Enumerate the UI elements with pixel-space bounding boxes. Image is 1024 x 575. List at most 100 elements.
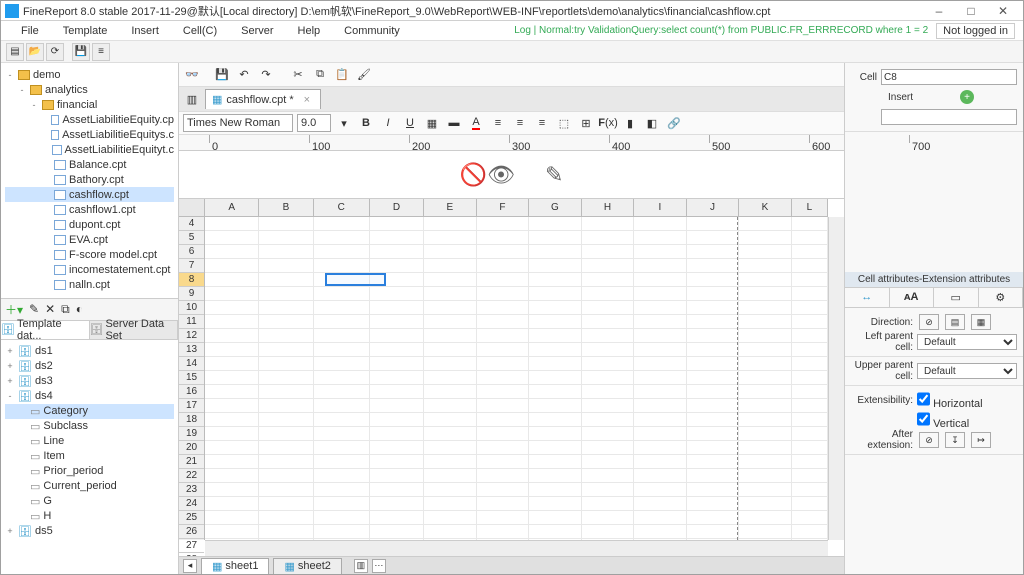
hyperlink-button[interactable]: 🔗 (665, 114, 683, 132)
grid-cell[interactable] (314, 413, 370, 427)
after-down-button[interactable]: ↧ (945, 432, 965, 448)
row-header[interactable]: 14 (179, 357, 204, 371)
grid-cell[interactable] (792, 399, 828, 413)
file-tree-item[interactable]: AssetLiabilitieEquitys.c (5, 127, 174, 142)
new-button[interactable]: ▤ (6, 43, 24, 61)
chart-button[interactable]: ▮ (621, 114, 639, 132)
row-headers[interactable]: 4567891011121314151617181920212223242526… (179, 217, 205, 540)
grid-cell[interactable] (424, 217, 477, 231)
grid-cell[interactable] (259, 259, 313, 273)
grid-cell[interactable] (582, 525, 635, 539)
grid-cell[interactable] (314, 315, 370, 329)
tab-server-data[interactable]: 🗄Server Data Set (90, 321, 179, 339)
grid-cell[interactable] (739, 483, 792, 497)
grid-cell[interactable] (529, 287, 582, 301)
grid-cell[interactable] (370, 497, 424, 511)
grid-cell[interactable] (687, 259, 740, 273)
align-right-button[interactable]: ≡ (533, 114, 551, 132)
file-tree-item[interactable]: AssetLiabilitieEquityt.c (5, 142, 174, 157)
grid-cell[interactable] (739, 329, 792, 343)
row-header[interactable]: 18 (179, 413, 204, 427)
grid-cell[interactable] (205, 371, 259, 385)
grid-cell[interactable] (424, 357, 477, 371)
grid-cell[interactable] (259, 231, 313, 245)
dataset-tree-item[interactable]: ▭Item (5, 449, 174, 464)
grid-cell[interactable] (205, 273, 259, 287)
grid-cell[interactable] (582, 427, 635, 441)
grid-cell[interactable] (205, 287, 259, 301)
grid-cell[interactable] (582, 231, 635, 245)
file-tree-item[interactable]: cashflow.cpt (5, 187, 174, 202)
grid-cell[interactable] (582, 441, 635, 455)
column-header[interactable]: K (739, 199, 792, 216)
hide-icon[interactable]: 🚫👁 (460, 162, 515, 188)
grid-cell[interactable] (477, 469, 530, 483)
grid-cell[interactable] (370, 371, 424, 385)
grid-cell[interactable] (739, 259, 792, 273)
sheet-prev-button[interactable]: ◂ (183, 559, 197, 573)
grid-cell[interactable] (582, 469, 635, 483)
file-tree-item[interactable]: -financial (5, 97, 174, 112)
grid-cell[interactable] (634, 511, 687, 525)
grid-cell[interactable] (205, 399, 259, 413)
grid-cell[interactable] (582, 287, 635, 301)
preview-icon[interactable]: 👓 (183, 66, 201, 84)
cut-icon[interactable]: ✂ (289, 66, 307, 84)
grid-cell[interactable] (370, 273, 424, 287)
size-stepper-icon[interactable]: ▾ (335, 114, 353, 132)
grid-cell[interactable] (739, 469, 792, 483)
grid-cell[interactable] (314, 231, 370, 245)
menu-community[interactable]: Community (332, 25, 412, 37)
grid-cell[interactable] (792, 413, 828, 427)
save-button[interactable]: 💾 (72, 43, 90, 61)
grid-cell[interactable] (792, 301, 828, 315)
row-header[interactable]: 20 (179, 441, 204, 455)
add-sheet-button[interactable]: ▥ (354, 559, 368, 573)
column-headers[interactable]: ABCDEFGHIJKL (205, 199, 828, 217)
grid-cell[interactable] (477, 413, 530, 427)
menu-server[interactable]: Server (229, 25, 285, 37)
grid-cell[interactable] (314, 385, 370, 399)
grid-cell[interactable] (314, 273, 370, 287)
grid-cell[interactable] (529, 455, 582, 469)
dataset-tree-item[interactable]: ▭Category (5, 404, 174, 419)
grid-cell[interactable] (529, 301, 582, 315)
grid-cell[interactable] (687, 231, 740, 245)
grid-cell[interactable] (314, 511, 370, 525)
grid-cell[interactable] (687, 301, 740, 315)
grid-cell[interactable] (687, 427, 740, 441)
grid-cell[interactable] (634, 245, 687, 259)
grid-cell[interactable] (792, 497, 828, 511)
menu-insert[interactable]: Insert (119, 25, 171, 37)
refresh-button[interactable]: ⟳ (46, 43, 64, 61)
grid-cell[interactable] (634, 273, 687, 287)
file-tree-item[interactable]: cashflow1.cpt (5, 202, 174, 217)
grid-cell[interactable] (424, 399, 477, 413)
grid-cell[interactable] (370, 399, 424, 413)
grid-cell[interactable] (314, 497, 370, 511)
redo-icon[interactable]: ↷ (257, 66, 275, 84)
undo-icon[interactable]: ↶ (235, 66, 253, 84)
grid-cell[interactable] (477, 371, 530, 385)
unmerge-button[interactable]: ⊞ (577, 114, 595, 132)
grid-cell[interactable] (205, 259, 259, 273)
grid-cell[interactable] (582, 217, 635, 231)
grid-cell[interactable] (687, 315, 740, 329)
attr-tab-other[interactable]: ⚙ (979, 288, 1024, 307)
grid-cell[interactable] (370, 525, 424, 539)
grid-cell[interactable] (205, 483, 259, 497)
sheet-more-button[interactable]: ⋯ (372, 559, 386, 573)
file-tree-item[interactable]: EVA.cpt (5, 232, 174, 247)
grid-cell[interactable] (259, 273, 313, 287)
grid-cell[interactable] (687, 287, 740, 301)
grid-cell[interactable] (314, 483, 370, 497)
row-header[interactable]: 8 (179, 273, 204, 287)
grid-cell[interactable] (529, 273, 582, 287)
italic-button[interactable]: I (379, 114, 397, 132)
add-dataset-button[interactable]: ＋▾ (5, 301, 23, 318)
grid-cell[interactable] (314, 259, 370, 273)
grid-cell[interactable] (582, 399, 635, 413)
grid-cell[interactable] (529, 329, 582, 343)
attr-tab-style[interactable]: ᴀA (890, 288, 935, 307)
grid-cell[interactable] (205, 455, 259, 469)
